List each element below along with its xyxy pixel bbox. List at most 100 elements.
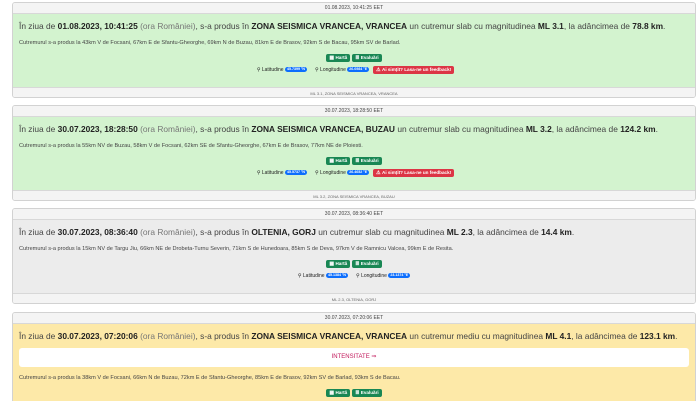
event-footer: ML 3.2, ZONA SEISMICA VRANCEA, BUZAU bbox=[13, 190, 695, 200]
event-date: 30.07.2023, 08:36:40 bbox=[57, 227, 138, 237]
map-button-label: Hartă bbox=[335, 390, 348, 395]
event-depth: 14.4 km bbox=[541, 227, 572, 237]
longitude-value: 23.1374 °E bbox=[388, 273, 411, 278]
action-row: ▦ Hartă ≣ Evaluări bbox=[19, 260, 689, 269]
event-card-2: 30.07.2023, 08:36:40 EET În ziua de 30.0… bbox=[12, 208, 696, 304]
event-headline: În ziua de 30.07.2023, 07:20:06 (ora Rom… bbox=[19, 324, 689, 342]
feedback-button[interactable]: ⚠ Ai simțit? Lasa-ne un feedback! bbox=[373, 169, 455, 177]
event-timestamp: 01.08.2023, 10:41:25 EET bbox=[13, 3, 695, 14]
evaluate-button-label: Evaluări bbox=[360, 55, 379, 60]
longitude-label: Longitudine bbox=[320, 67, 346, 73]
headline-mid1: , s-a produs în bbox=[195, 227, 250, 237]
action-row: ▦ Hartă ≣ Evaluări bbox=[19, 389, 689, 398]
longitude: ⚲ Longitudine 23.1374 °E bbox=[356, 272, 411, 280]
event-zone: ZONA SEISMICA VRANCEA, VRANCEA bbox=[251, 331, 408, 341]
latitude-value: 45.5737 °N bbox=[284, 170, 307, 175]
event-timestamp: 30.07.2023, 18:28:50 EET bbox=[13, 106, 695, 117]
action-row: ▦ Hartă ≣ Evaluări bbox=[19, 54, 689, 63]
event-zone: OLTENIA, GORJ bbox=[251, 227, 316, 237]
headline-mid1: , s-a produs în bbox=[195, 331, 250, 341]
event-magnitude: ML 3.2 bbox=[525, 124, 552, 134]
timezone-note: (ora României) bbox=[140, 21, 196, 31]
event-date: 30.07.2023, 07:20:06 bbox=[57, 331, 138, 341]
headline-mid2: un cutremur slab cu magnitudinea bbox=[409, 21, 536, 31]
headline-mid2: un cutremur slab cu magnitudinea bbox=[318, 227, 445, 237]
longitude-value: 26.6984 °E bbox=[347, 67, 370, 72]
event-date: 01.08.2023, 10:41:25 bbox=[57, 21, 138, 31]
evaluate-button[interactable]: ≣ Evaluări bbox=[352, 54, 382, 62]
latitude-value: 45.1384 °N bbox=[325, 273, 349, 278]
evaluate-button-label: Evaluări bbox=[360, 390, 379, 395]
event-card-3: 30.07.2023, 07:20:06 EET În ziua de 30.0… bbox=[12, 312, 696, 401]
event-magnitude: ML 2.3 bbox=[446, 227, 473, 237]
event-zone: ZONA SEISMICA VRANCEA, BUZAU bbox=[251, 124, 395, 134]
map-button[interactable]: ▦ Hartă bbox=[326, 54, 351, 62]
headline-prefix: În ziua de bbox=[19, 21, 56, 31]
feedback-button[interactable]: ⚠ Ai simțit? Lasa-ne un feedback! bbox=[373, 66, 455, 74]
latitude: ⚲ Latitudine 45.1384 °N bbox=[298, 272, 349, 280]
event-card-0: 01.08.2023, 10:41:25 EET În ziua de 01.0… bbox=[12, 2, 696, 98]
event-depth: 123.1 km bbox=[639, 331, 676, 341]
event-depth: 124.2 km bbox=[620, 124, 656, 134]
longitude: ⚲ Longitudine 26.6984 °E bbox=[315, 66, 370, 74]
event-zone: ZONA SEISMICA VRANCEA, VRANCEA bbox=[251, 21, 408, 31]
longitude-label: Longitudine bbox=[320, 170, 346, 176]
event-magnitude: ML 4.1 bbox=[545, 331, 572, 341]
longitude-label: Longitudine bbox=[361, 273, 387, 279]
evaluate-button[interactable]: ≣ Evaluări bbox=[352, 260, 382, 268]
longitude: ⚲ Longitudine 26.4652 °E bbox=[315, 169, 370, 177]
event-details: Cutremurul s-a produs la 15km NV de Targ… bbox=[19, 246, 454, 252]
event-depth: 78.8 km bbox=[632, 21, 664, 31]
feedback-button-label: Ai simțit? Lasa-ne un feedback! bbox=[382, 67, 452, 72]
event-card-1: 30.07.2023, 18:28:50 EET În ziua de 30.0… bbox=[12, 105, 696, 201]
headline-mid3: , la adâncimea de bbox=[571, 331, 638, 341]
map-button[interactable]: ▦ Hartă bbox=[326, 260, 351, 268]
headline-prefix: În ziua de bbox=[19, 227, 56, 237]
action-row: ▦ Hartă ≣ Evaluări bbox=[19, 157, 689, 166]
map-button[interactable]: ▦ Hartă bbox=[326, 157, 351, 165]
latitude-label: Latitudine bbox=[261, 67, 284, 73]
coord-row: ⚲ Latitudine 45.1384 °N ⚲ Longitudine 23… bbox=[19, 272, 689, 282]
latitude-label: Latitudine bbox=[261, 170, 284, 176]
event-details: Cutremurul s-a produs la 43km V de Focsa… bbox=[19, 40, 401, 46]
evaluate-button[interactable]: ≣ Evaluări bbox=[352, 389, 382, 397]
latitude-value: 45.7399 °N bbox=[284, 67, 307, 72]
longitude-value: 26.4652 °E bbox=[347, 170, 370, 175]
map-button-label: Hartă bbox=[335, 261, 348, 266]
evaluate-button-label: Evaluări bbox=[360, 261, 379, 266]
headline-mid3: , la adâncimea de bbox=[472, 227, 539, 237]
earthquake-list: 01.08.2023, 10:41:25 EET În ziua de 01.0… bbox=[0, 0, 700, 401]
timezone-note: (ora României) bbox=[140, 227, 196, 237]
event-details: Cutremurul s-a produs la 38km V de Focsa… bbox=[19, 375, 401, 381]
map-button-label: Hartă bbox=[335, 55, 348, 60]
map-button-label: Hartă bbox=[335, 158, 348, 163]
headline-mid1: , s-a produs în bbox=[195, 124, 250, 134]
coord-row: ⚲ Latitudine 45.7399 °N ⚲ Longitudine 26… bbox=[19, 66, 689, 76]
evaluate-button-label: Evaluări bbox=[360, 158, 379, 163]
headline-end: . bbox=[571, 227, 575, 237]
latitude: ⚲ Latitudine 45.5737 °N bbox=[257, 169, 307, 177]
event-headline: În ziua de 30.07.2023, 08:36:40 (ora Rom… bbox=[19, 220, 689, 238]
headline-mid1: , s-a produs în bbox=[195, 21, 250, 31]
feedback-button-label: Ai simțit? Lasa-ne un feedback! bbox=[382, 170, 452, 175]
headline-mid2: un cutremur slab cu magnitudinea bbox=[397, 124, 524, 134]
timezone-note: (ora României) bbox=[140, 124, 196, 134]
headline-mid2: un cutremur mediu cu magnitudinea bbox=[409, 331, 544, 341]
headline-end: . bbox=[655, 124, 658, 134]
event-timestamp: 30.07.2023, 07:20:06 EET bbox=[13, 313, 695, 324]
intensity-toggle[interactable]: INTENSITATE ⇒ bbox=[19, 348, 689, 367]
event-footer: ML 2.3, OLTENIA, GORJ bbox=[13, 293, 695, 303]
map-button[interactable]: ▦ Hartă bbox=[326, 389, 351, 397]
event-details: Cutremurul s-a produs la 55km NV de Buza… bbox=[19, 143, 363, 149]
latitude-label: Latitudine bbox=[302, 273, 325, 279]
headline-end: . bbox=[675, 331, 678, 341]
event-headline: În ziua de 30.07.2023, 18:28:50 (ora Rom… bbox=[19, 117, 689, 135]
coord-row: ⚲ Latitudine 45.5737 °N ⚲ Longitudine 26… bbox=[19, 169, 689, 179]
headline-prefix: În ziua de bbox=[19, 331, 56, 341]
headline-mid3: , la adâncimea de bbox=[551, 124, 618, 134]
event-footer: ML 3.1, ZONA SEISMICA VRANCEA, VRANCEA bbox=[13, 87, 695, 97]
headline-end: . bbox=[663, 21, 666, 31]
evaluate-button[interactable]: ≣ Evaluări bbox=[352, 157, 382, 165]
event-headline: În ziua de 01.08.2023, 10:41:25 (ora Rom… bbox=[19, 14, 689, 32]
event-timestamp: 30.07.2023, 08:36:40 EET bbox=[13, 209, 695, 220]
